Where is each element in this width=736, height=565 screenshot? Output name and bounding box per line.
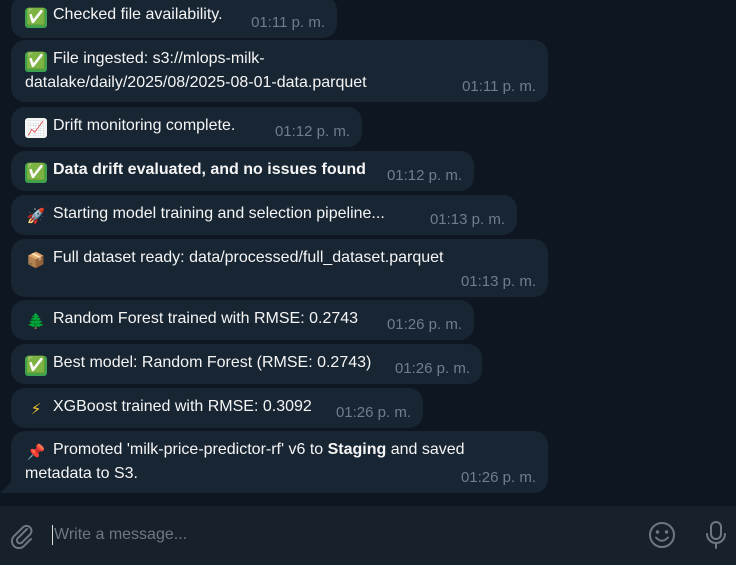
text-caret xyxy=(52,525,53,545)
message-bubble[interactable]: ⚡ XGBoost trained with RMSE: 0.3092 01:26… xyxy=(11,388,423,428)
message-text: 📌 Promoted 'milk-price-predictor-rf' v6 t… xyxy=(25,439,495,485)
evergreen-tree-icon: 🌲 xyxy=(26,313,46,330)
check-mark-icon: ✅ xyxy=(25,8,47,28)
microphone-icon[interactable] xyxy=(702,519,730,551)
message-content: Drift monitoring complete. xyxy=(53,117,236,134)
smiley-icon[interactable] xyxy=(646,519,678,551)
message-text: ✅ Best model: Random Forest (RMSE: 0.2743… xyxy=(25,352,371,376)
message-content: XGBoost trained with RMSE: 0.3092 xyxy=(53,398,312,415)
message-content: Data drift evaluated, and no issues foun… xyxy=(53,161,366,178)
check-mark-icon: ✅ xyxy=(25,52,47,72)
message-composer: Write a message... xyxy=(0,506,736,565)
message-bubble[interactable]: 📈 Drift monitoring complete. 01:12 p. m. xyxy=(11,107,362,147)
message-timestamp: 01:26 p. m. xyxy=(335,404,411,421)
message-content: Checked file availability. xyxy=(53,6,223,23)
message-timestamp: 01:11 p. m. xyxy=(251,14,325,31)
message-content: Promoted 'milk-price-predictor-rf' v6 to xyxy=(53,441,328,458)
message-timestamp: 01:13 p. m. xyxy=(429,211,505,228)
message-text: ✅ Data drift evaluated, and no issues fou… xyxy=(25,159,366,183)
message-line: metadata to S3. xyxy=(25,465,138,482)
message-text: 📈 Drift monitoring complete. xyxy=(25,115,235,138)
message-bubble[interactable]: ✅ Best model: Random Forest (RMSE: 0.2743… xyxy=(11,344,482,384)
message-content: Random Forest trained with RMSE: 0.2743 xyxy=(53,310,359,327)
message-bubble[interactable]: 🚀 Starting model training and selection p… xyxy=(11,195,517,235)
message-content: Starting model training and selection pi… xyxy=(53,205,385,222)
paperclip-icon[interactable] xyxy=(6,520,36,550)
message-input[interactable]: Write a message... xyxy=(52,522,622,548)
message-input-placeholder: Write a message... xyxy=(54,526,188,543)
message-bubble[interactable]: ✅ File ingested: s3://mlops-milk- datalak… xyxy=(11,40,548,102)
message-timestamp: 01:26 p. m. xyxy=(386,316,462,333)
pushpin-icon: 📌 xyxy=(26,444,46,461)
message-content: Best model: Random Forest (RMSE: 0.2743) xyxy=(53,354,372,371)
check-mark-icon: ✅ xyxy=(25,356,47,376)
rocket-icon: 🚀 xyxy=(26,208,46,225)
message-timestamp: 01:11 p. m. xyxy=(462,78,536,95)
message-content: File ingested: s3://mlops-milk- xyxy=(53,50,265,67)
message-text: 🌲 Random Forest trained with RMSE: 0.2743 xyxy=(25,308,358,332)
chart-increasing-icon: 📈 xyxy=(25,118,47,138)
chat-history[interactable]: ✅ Checked file availability. 01:11 p. m. … xyxy=(0,0,736,506)
message-line: 📌 Promoted 'milk-price-predictor-rf' v6 t… xyxy=(25,439,495,463)
message-timestamp: 01:12 p. m. xyxy=(386,167,462,184)
message-content: and saved xyxy=(386,441,465,458)
message-text: ⚡ XGBoost trained with RMSE: 0.3092 xyxy=(25,396,312,420)
message-text: 🚀 Starting model training and selection p… xyxy=(25,203,385,227)
message-line: ✅ File ingested: s3://mlops-milk- xyxy=(25,48,465,72)
message-timestamp: 01:13 p. m. xyxy=(460,273,536,290)
message-timestamp: 01:12 p. m. xyxy=(274,123,350,140)
message-bubble[interactable]: 📦 Full dataset ready: data/processed/full… xyxy=(11,239,548,297)
message-content: Full dataset ready: data/processed/full_… xyxy=(53,249,444,266)
message-text: 📦 Full dataset ready: data/processed/full… xyxy=(25,247,444,271)
message-text: ✅ File ingested: s3://mlops-milk- datalak… xyxy=(25,48,465,94)
message-line: datalake/daily/2025/08/2025-08-01-data.p… xyxy=(25,74,367,91)
message-timestamp: 01:26 p. m. xyxy=(394,360,470,377)
message-text: ✅ Checked file availability. xyxy=(25,4,223,28)
bubble-tail xyxy=(0,479,14,493)
message-bubble[interactable]: 📌 Promoted 'milk-price-predictor-rf' v6 t… xyxy=(11,431,548,493)
message-bubble[interactable]: ✅ Checked file availability. 01:11 p. m. xyxy=(11,0,337,38)
check-mark-icon: ✅ xyxy=(25,163,47,183)
message-timestamp: 01:26 p. m. xyxy=(460,469,536,486)
message-bubble[interactable]: 🌲 Random Forest trained with RMSE: 0.2743… xyxy=(11,300,474,340)
package-icon: 📦 xyxy=(26,252,46,269)
message-bubble[interactable]: ✅ Data drift evaluated, and no issues fou… xyxy=(11,151,474,191)
message-content-bold: Staging xyxy=(327,441,387,458)
high-voltage-icon: ⚡ xyxy=(30,401,42,418)
